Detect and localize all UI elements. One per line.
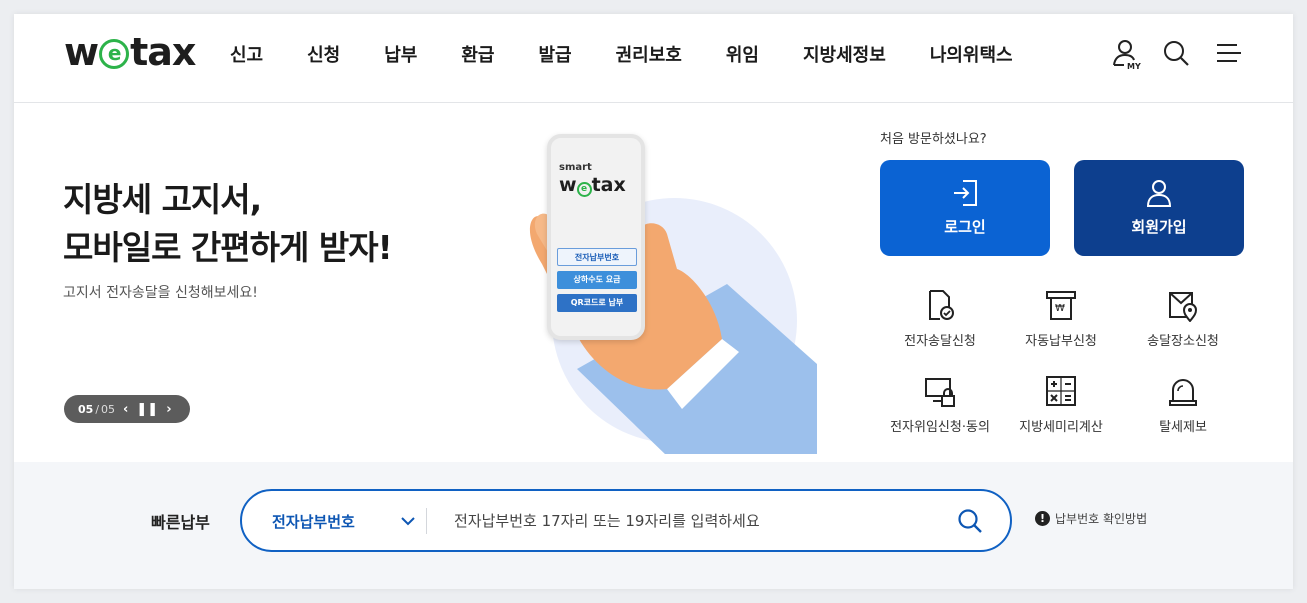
site-header: w e tax 신고 신청 납부 환급 발급 권리보호 위임 지방세정보 나의위택스… (14, 14, 1293, 103)
e-delegation-icon (925, 378, 955, 407)
slide-separator: / (95, 402, 100, 416)
phone-smart-text: smart (559, 162, 592, 173)
service-label: 송달장소신청 (1147, 334, 1219, 349)
info-icon: ! (1035, 511, 1050, 526)
login-icon (954, 180, 977, 206)
logo-text-w: w (64, 30, 99, 74)
service-label: 전자송달신청 (904, 334, 976, 349)
nav-item-delegation[interactable]: 위임 (726, 41, 759, 67)
phone-logo-tax: tax (591, 174, 626, 196)
nav-item-info[interactable]: 지방세정보 (803, 41, 886, 67)
phone-btn-qr-pay: QR코드로 납부 (557, 294, 637, 312)
phone-btn-epay-number: 전자납부번호 (557, 248, 637, 266)
page: w e tax 신고 신청 납부 환급 발급 권리보호 위임 지방세정보 나의위택스… (14, 14, 1293, 589)
nav-item-issue[interactable]: 발급 (539, 41, 572, 67)
service-tax-calculator[interactable]: 지방세미리계산 (991, 374, 1131, 435)
phone-logo-e: e (576, 182, 592, 197)
help-link-label: 납부번호 확인방법 (1055, 512, 1148, 526)
divider (426, 508, 427, 534)
signup-button[interactable]: 회원가입 (1074, 160, 1244, 256)
slide-total: 05 (101, 402, 116, 416)
nav-item-apply[interactable]: 신청 (307, 41, 340, 67)
search-icon[interactable] (1161, 38, 1193, 72)
phone-btn-water-fee: 상하수도 요금 (557, 271, 637, 289)
service-label: 탈세제보 (1159, 420, 1207, 435)
phone-logo: w e tax (559, 174, 626, 197)
nav-item-my-wetax[interactable]: 나의위택스 (930, 41, 1013, 67)
payment-number-help-link[interactable]: ! 납부번호 확인방법 (1035, 510, 1147, 527)
signup-label: 회원가입 (1131, 218, 1187, 236)
e-delivery-icon (929, 290, 954, 320)
login-button[interactable]: 로그인 (880, 160, 1050, 256)
calculator-icon (1046, 376, 1076, 406)
logo-e-mark: e (99, 39, 130, 69)
search-icon[interactable] (956, 507, 984, 535)
service-delivery-place[interactable]: 송달장소신청 (1113, 288, 1253, 349)
auto-pay-icon: ₩ (1046, 291, 1076, 320)
hero-title-line1: 지방세 고지서, (63, 180, 262, 219)
alarm-icon (1169, 379, 1197, 406)
login-label: 로그인 (944, 218, 986, 236)
phone-logo-w: w (559, 174, 577, 196)
hero-title: 지방세 고지서, 모바일로 간편하게 받자! (63, 176, 393, 272)
service-label: 전자위임신청·동의 (890, 420, 990, 435)
payment-number-input[interactable] (454, 508, 934, 534)
service-auto-pay[interactable]: ₩ 자동납부신청 (991, 288, 1131, 349)
service-label: 자동납부신청 (1025, 334, 1097, 349)
first-visit-text: 처음 방문하셨나요? (880, 132, 987, 147)
svg-text:₩: ₩ (1055, 303, 1065, 314)
quick-pay-label: 빠른납부 (151, 513, 210, 532)
nav-item-report[interactable]: 신고 (230, 41, 263, 67)
phone-illustration: smart w e tax 전자납부번호 상하수도 요금 QR코드로 납부 (547, 134, 645, 340)
wetax-logo[interactable]: w e tax (64, 30, 196, 74)
chevron-down-icon[interactable] (400, 513, 416, 529)
hero-subtitle: 고지서 전자송달을 신청해보세요! (63, 285, 258, 301)
nav-item-pay[interactable]: 납부 (384, 41, 417, 67)
prev-slide-icon[interactable]: ‹ (123, 402, 128, 417)
service-e-delivery[interactable]: 전자송달신청 (870, 288, 1010, 349)
pause-icon[interactable]: ❚❚ (136, 402, 158, 417)
pay-type-select[interactable]: 전자납부번호 (272, 511, 355, 532)
quick-pay-section: 빠른납부 전자납부번호 ! 납부번호 확인방법 (14, 462, 1293, 589)
main-nav: 신고 신청 납부 환급 발급 권리보호 위임 지방세정보 나의위택스 (230, 41, 1057, 67)
slide-controller: 05 / 05 ‹ ❚❚ › (64, 395, 190, 423)
user-my-icon[interactable]: MY (1110, 38, 1142, 72)
next-slide-icon[interactable]: › (166, 402, 171, 417)
my-label: MY (1127, 62, 1141, 71)
nav-item-refund[interactable]: 환급 (461, 41, 494, 67)
service-label: 지방세미리계산 (1019, 420, 1103, 435)
delivery-place-icon (1169, 292, 1198, 322)
nav-item-rights[interactable]: 권리보호 (616, 41, 682, 67)
slide-current: 05 (78, 402, 94, 416)
service-tax-evasion-report[interactable]: 탈세제보 (1113, 374, 1253, 435)
hero-banner: 지방세 고지서, 모바일로 간편하게 받자! 고지서 전자송달을 신청해보세요!… (14, 104, 1293, 462)
logo-text-tax: tax (130, 30, 196, 74)
user-icon (1146, 180, 1172, 207)
service-e-delegation[interactable]: 전자위임신청·동의 (870, 374, 1010, 435)
menu-icon[interactable] (1214, 38, 1246, 72)
hero-title-line2: 모바일로 간편하게 받자! (63, 228, 393, 267)
quick-pay-box: 전자납부번호 (240, 489, 1012, 552)
